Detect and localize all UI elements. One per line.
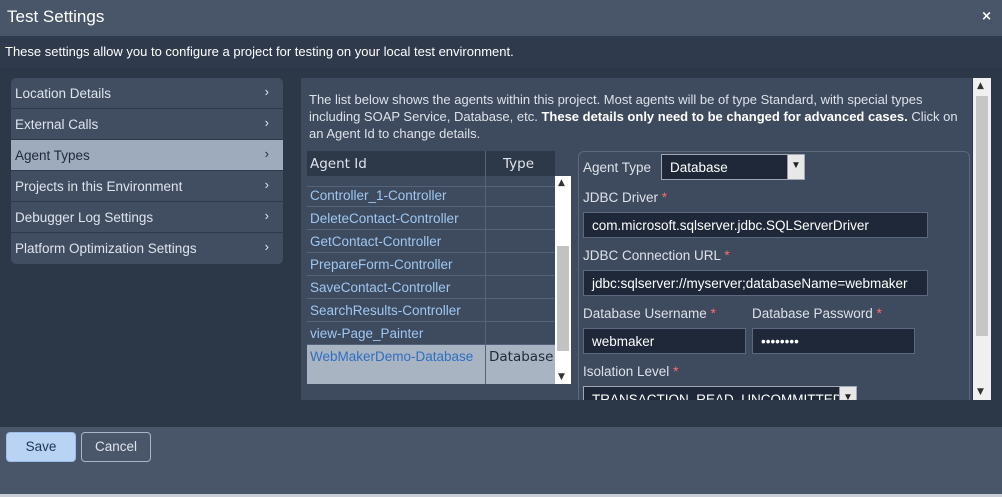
jdbc-url-label-text: JDBC Connection URL [583,248,721,263]
jdbc-url-label: JDBC Connection URL * [583,248,730,263]
chevron-right-icon: › [264,115,269,130]
required-marker: * [661,190,668,205]
db-username-field[interactable]: webmaker [583,328,746,354]
sidebar-item-location-details[interactable]: Location Details › [11,78,283,109]
chevron-right-icon: › [264,177,269,192]
scroll-down-icon[interactable]: ▼ [558,372,565,382]
agent-type-value: Database [670,160,728,175]
cell-divider [485,253,486,275]
sidebar-item-debugger-log[interactable]: Debugger Log Settings › [11,202,283,233]
isolation-level-select[interactable]: TRANSACTION_READ_UNCOMMITTED ▼ [583,386,857,400]
sidebar-item-label: Platform Optimization Settings [15,241,197,256]
dialog-title: Test Settings [7,7,105,26]
required-marker: * [710,306,716,321]
required-marker: * [673,364,679,379]
chevron-right-icon: › [264,239,269,254]
agent-id-link[interactable]: PrepareForm-Controller [310,257,453,272]
scrollbar-thumb[interactable] [976,96,988,336]
chevron-right-icon: › [264,208,269,223]
db-password-label-text: Database Password [752,306,873,321]
cell-divider [485,322,486,344]
table-row[interactable]: view-Page_Painter [307,322,555,345]
main-panel: Location Details › External Calls › Agen… [0,68,1002,427]
sidebar-item-platform-optimization[interactable]: Platform Optimization Settings › [11,233,283,264]
sidebar-item-agent-types[interactable]: Agent Types › [11,140,283,171]
sidebar-item-label: Debugger Log Settings [15,210,154,225]
sidebar-item-label: Agent Types [15,148,90,163]
sidebar-item-projects[interactable]: Projects in this Environment › [11,171,283,202]
agent-id-link[interactable]: GetContact-Controller [310,234,441,249]
table-row[interactable]: SaveContact-Controller [307,276,555,299]
agent-id-link[interactable]: Controller_1-Controller [310,188,447,203]
save-button[interactable]: Save [6,432,76,462]
agent-details-panel: Agent Type Database ▼ JDBC Driver * com.… [578,151,970,400]
sidebar-item-external-calls[interactable]: External Calls › [11,109,283,140]
cell-divider [485,207,486,229]
chevron-right-icon: › [264,84,269,99]
agent-table: Agent Id Type Process_Service Controller… [307,151,555,384]
scroll-up-icon[interactable]: ▲ [558,178,565,188]
agent-id-link[interactable]: view-Page_Painter [310,326,423,341]
table-row[interactable]: PrepareForm-Controller [307,253,555,276]
isolation-level-label-text: Isolation Level [583,364,670,379]
jdbc-url-field[interactable]: jdbc:sqlserver://myserver;databaseName=w… [583,270,928,296]
cell-divider [485,276,486,298]
table-scrollbar[interactable]: ▲ ▼ [555,176,571,384]
agent-id-link[interactable]: DeleteContact-Controller [310,211,459,226]
jdbc-driver-label-text: JDBC Driver [583,190,659,205]
cancel-button[interactable]: Cancel [81,432,151,462]
column-header-type[interactable]: Type [503,156,534,172]
chevron-down-icon[interactable]: ▼ [787,155,804,179]
table-row[interactable]: GetContact-Controller [307,230,555,253]
cell-divider [485,230,486,252]
db-password-field[interactable]: •••••••• [752,328,915,354]
sidebar-item-label: Projects in this Environment [15,179,183,194]
column-header-agent-id[interactable]: Agent Id [310,156,367,172]
agent-type-cell: Database [489,349,554,365]
agent-type-label: Agent Type [583,160,652,175]
agent-type-select[interactable]: Database ▼ [661,154,805,180]
db-username-label: Database Username * [583,306,716,321]
agent-id-link[interactable]: WebMakerDemo-Database [310,348,480,366]
db-username-label-text: Database Username [583,306,707,321]
table-row[interactable]: Controller_1-Controller [307,184,555,207]
scrollbar-thumb[interactable] [557,246,569,351]
isolation-level-value: TRANSACTION_READ_UNCOMMITTED [592,392,843,400]
table-row[interactable]: SearchResults-Controller [307,299,555,322]
dialog-description: These settings allow you to configure a … [0,36,1002,68]
chevron-down-icon[interactable]: ▼ [839,387,856,400]
close-icon[interactable]: × [981,9,992,24]
table-row-selected[interactable]: WebMakerDemo-Database Database [307,345,555,384]
required-marker: * [876,306,882,321]
table-header: Agent Id Type [307,151,555,176]
cell-divider [485,299,486,321]
db-password-label: Database Password * [752,306,882,321]
sidebar-item-label: Location Details [15,86,112,101]
scroll-down-icon[interactable]: ▼ [977,387,984,397]
column-divider [485,151,486,176]
jdbc-driver-label: JDBC Driver * [583,190,667,205]
title-bar: Test Settings × [0,0,1002,36]
jdbc-driver-field[interactable]: com.microsoft.sqlserver.jdbc.SQLServerDr… [583,212,928,238]
settings-sidebar: Location Details › External Calls › Agen… [11,78,283,264]
cell-divider [485,184,486,206]
agent-types-content[interactable]: The list below shows the agents within t… [301,78,972,400]
table-row[interactable]: DeleteContact-Controller [307,207,555,230]
content-scrollbar[interactable]: ▲ ▼ [973,78,991,400]
table-body: Process_Service Controller_1-Controller … [307,176,555,384]
scroll-up-icon[interactable]: ▲ [977,81,984,91]
agent-id-link[interactable]: SaveContact-Controller [310,280,450,295]
cell-divider [485,345,486,384]
sidebar-item-label: External Calls [15,117,99,132]
isolation-level-label: Isolation Level * [583,364,678,379]
chevron-right-icon: › [264,146,269,161]
required-marker: * [724,248,730,263]
dialog-footer: Save Cancel [0,427,1002,497]
intro-text: The list below shows the agents within t… [309,91,964,142]
agent-id-link[interactable]: SearchResults-Controller [310,303,461,318]
intro-bold: These details only need to be changed fo… [541,109,908,124]
